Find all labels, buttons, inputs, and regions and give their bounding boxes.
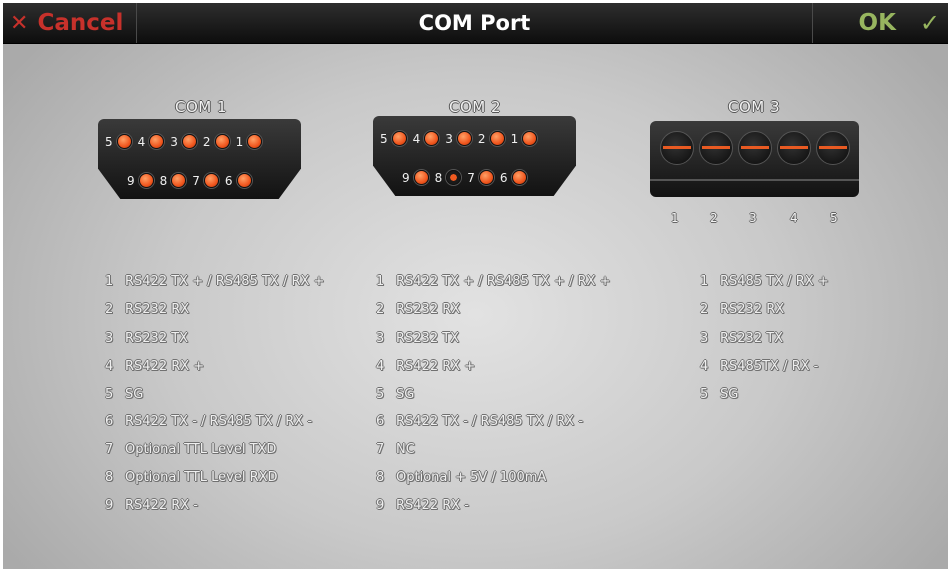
- ok-button[interactable]: OK ✓: [812, 3, 948, 43]
- list-item: 9 RS422 RX -: [105, 498, 198, 513]
- top-bar: ✕ Cancel COM Port OK ✓: [3, 3, 948, 44]
- com2-bottom-row: 9 8 7 6: [402, 170, 533, 185]
- list-item: 2 RS232 RX: [105, 302, 190, 317]
- com3-slot-4: [777, 131, 811, 165]
- list-item: 4 RS485TX / RX -: [700, 359, 819, 374]
- list-item: 8 Optional + 5V / 100mA: [376, 470, 547, 485]
- list-item: 7 Optional TTL Level TXD: [105, 442, 277, 457]
- list-item: 5 SG: [376, 387, 415, 402]
- com2-top-row: 5 4 3 2 1: [380, 131, 543, 146]
- list-item: 7 NC: [376, 442, 415, 457]
- com2-pin-9: 9: [402, 170, 429, 185]
- com2-connector: 5 4 3 2 1 9 8 7 6: [373, 116, 576, 196]
- com2-pin-5: 5: [380, 131, 407, 146]
- com1-pin-5: 5: [105, 134, 132, 149]
- com3-pin-number-3: 3: [749, 211, 757, 225]
- list-item: 5 SG: [105, 387, 144, 402]
- com3-connector: [650, 121, 859, 197]
- com1-connector: 5 4 3 2 1 9 8 7 6: [98, 119, 301, 199]
- list-item: 3 RS232 TX: [105, 331, 189, 346]
- list-item: 2 RS232 RX: [376, 302, 461, 317]
- com2-pin-1: 1: [511, 131, 538, 146]
- cancel-label: Cancel: [37, 10, 124, 36]
- list-item: 3 RS232 TX: [700, 331, 784, 346]
- com1-pin-4: 4: [138, 134, 165, 149]
- com3-label: COM 3: [728, 98, 781, 116]
- com2-pin-6: 6: [500, 170, 527, 185]
- com3-slot-1: [660, 131, 694, 165]
- com1-bottom-row: 9 8 7 6: [127, 173, 258, 188]
- com3-slot-5: [816, 131, 850, 165]
- close-icon: ✕: [10, 10, 29, 36]
- com2-pin-2: 2: [478, 131, 505, 146]
- cancel-button[interactable]: ✕ Cancel: [3, 3, 137, 43]
- list-item: 9 RS422 RX -: [376, 498, 469, 513]
- com1-pin-8: 8: [160, 173, 187, 188]
- list-item: 1 RS485 TX / RX +: [700, 274, 829, 289]
- com1-pin-2: 2: [203, 134, 230, 149]
- ok-label: OK: [858, 10, 896, 36]
- com3-pin-number-1: 1: [671, 211, 679, 225]
- list-item: 4 RS422 RX +: [105, 359, 205, 374]
- list-item: 6 RS422 TX - / RS485 TX / RX -: [376, 414, 584, 429]
- com1-pin-7: 7: [192, 173, 219, 188]
- com1-pin-1: 1: [236, 134, 263, 149]
- list-item: 1 RS422 TX + / RS485 TX + / RX +: [376, 274, 611, 289]
- list-item: 3 RS232 TX: [376, 331, 460, 346]
- com1-pin-6: 6: [225, 173, 252, 188]
- list-item: 8 Optional TTL Level RXD: [105, 470, 278, 485]
- com2-label: COM 2: [449, 98, 502, 116]
- com1-pin-9: 9: [127, 173, 154, 188]
- com2-pin-4: 4: [413, 131, 440, 146]
- list-item: 1 RS422 TX + / RS485 TX / RX +: [105, 274, 325, 289]
- page-title: COM Port: [418, 11, 531, 35]
- com1-top-row: 5 4 3 2 1: [105, 134, 268, 149]
- com3-pin-number-5: 5: [830, 211, 838, 225]
- com3-pin-number-2: 2: [710, 211, 718, 225]
- list-item: 5 SG: [700, 387, 739, 402]
- list-item: 4 RS422 RX +: [376, 359, 476, 374]
- com1-label: COM 1: [175, 98, 228, 116]
- com-port-screen: ✕ Cancel COM Port OK ✓ COM 1 5 4 3 2 1 9…: [3, 3, 948, 569]
- com2-pin-8: 8: [435, 170, 462, 185]
- com3-slot-2: [699, 131, 733, 165]
- com1-pin-3: 3: [170, 134, 197, 149]
- com3-pin-number-4: 4: [790, 211, 798, 225]
- com3-slot-3: [738, 131, 772, 165]
- list-item: 6 RS422 TX - / RS485 TX / RX -: [105, 414, 313, 429]
- check-icon: ✓: [919, 9, 940, 37]
- com3-connector-base: [650, 179, 859, 181]
- list-item: 2 RS232 RX: [700, 302, 785, 317]
- com2-pin-3: 3: [445, 131, 472, 146]
- com2-pin-7: 7: [467, 170, 494, 185]
